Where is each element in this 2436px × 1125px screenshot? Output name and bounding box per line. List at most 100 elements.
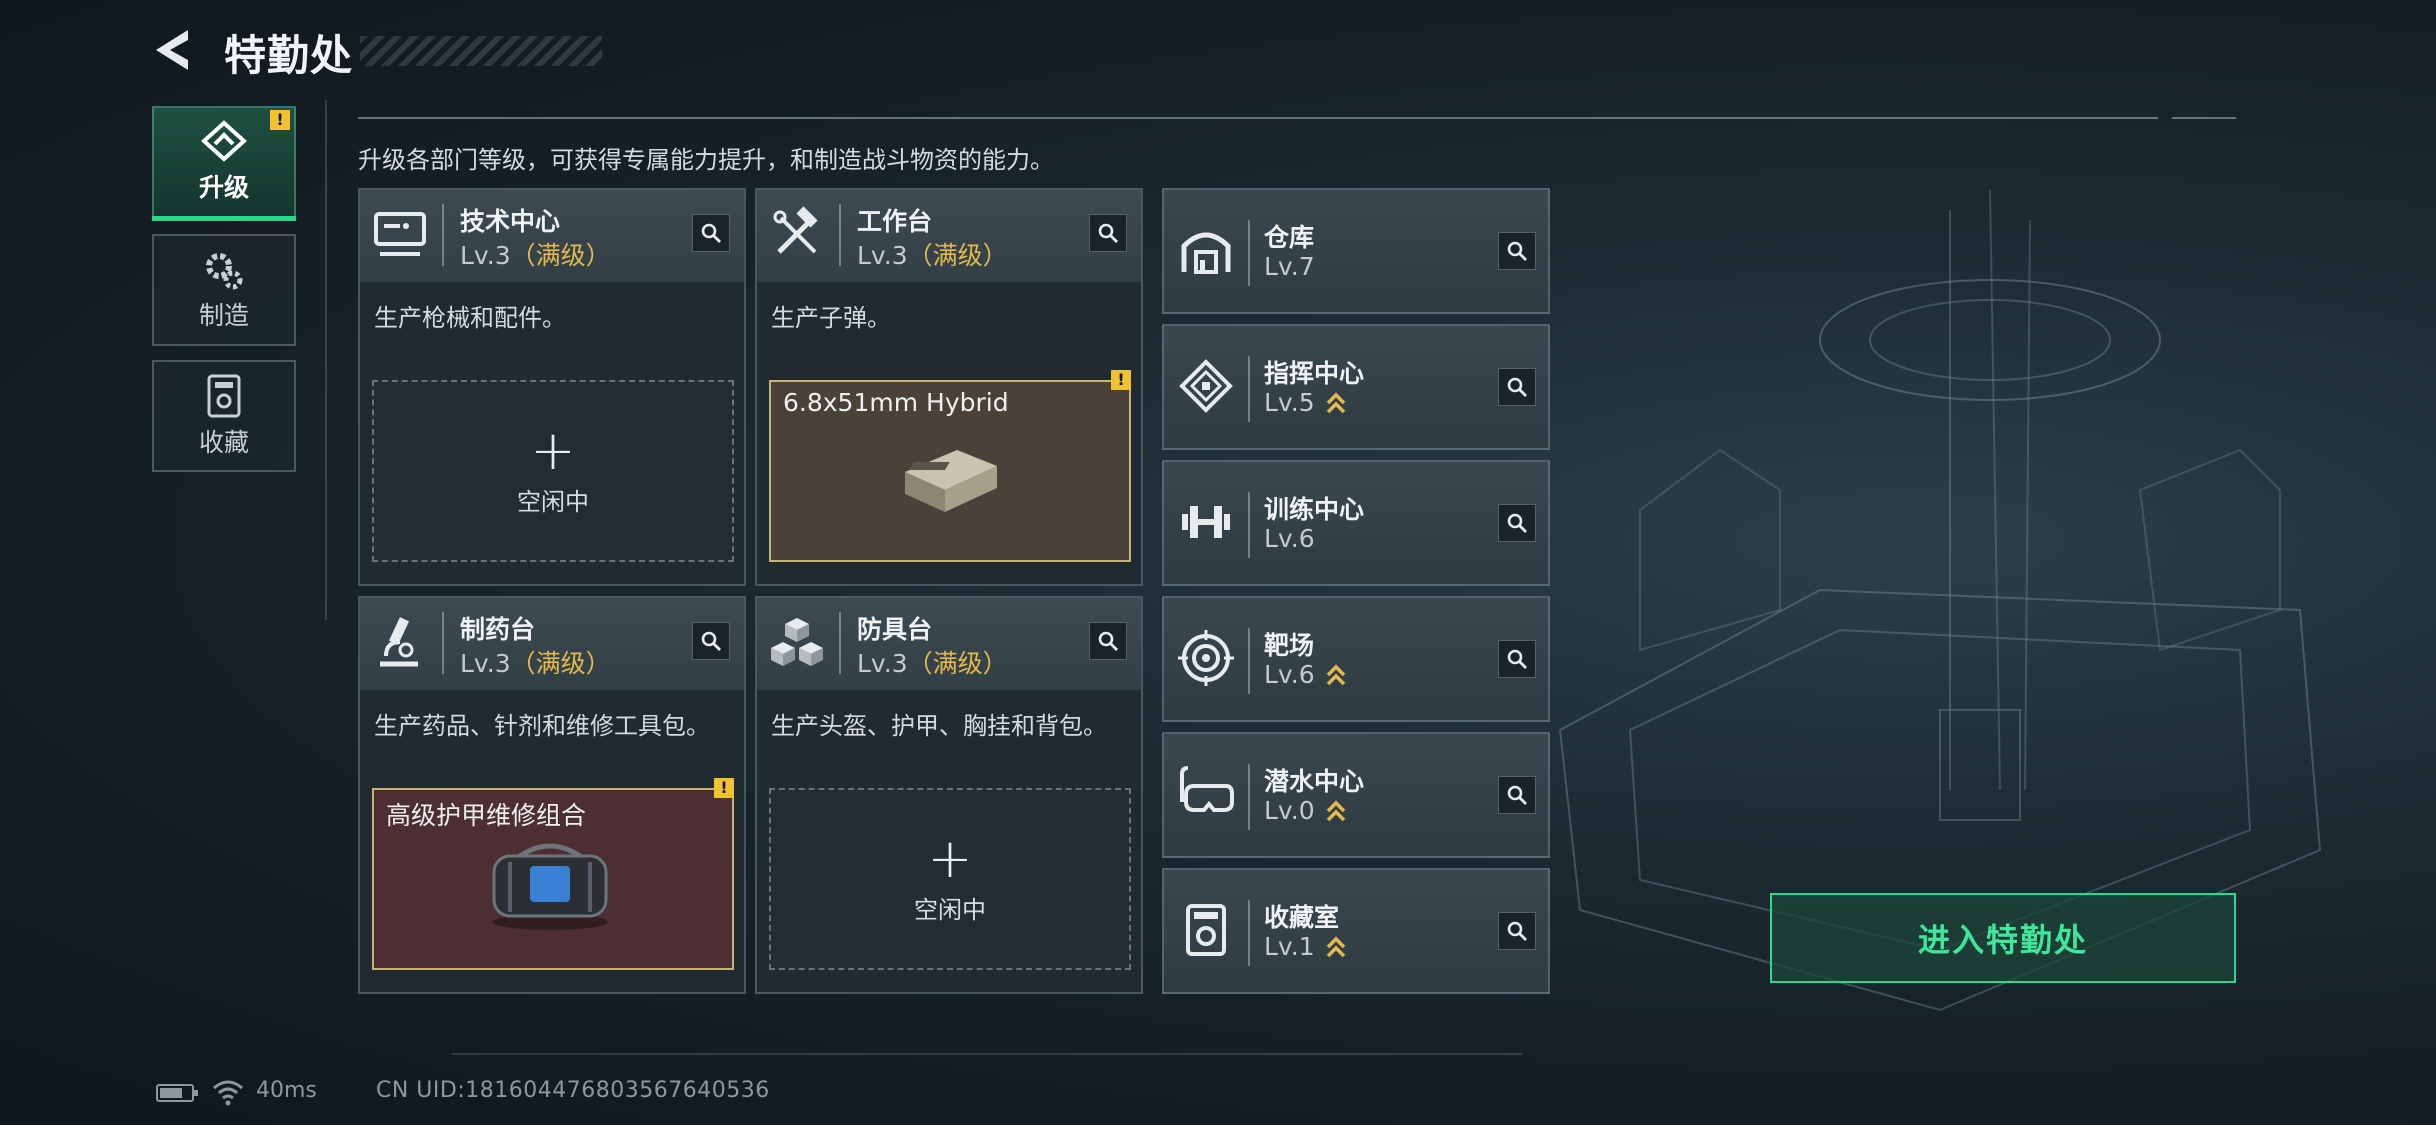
search-icon <box>1507 513 1527 533</box>
facility-description: 生产头盔、护甲、胸挂和背包。 <box>771 712 1107 740</box>
inspect-button[interactable] <box>1498 232 1536 270</box>
card-header: 工作台 Lv.3（满级） <box>757 190 1141 282</box>
facility-level: Lv.3（满级） <box>857 644 1008 680</box>
battery-icon <box>156 1084 198 1102</box>
network-ping: 40ms <box>256 1078 317 1103</box>
producing-item-name: 高级护甲维修组合 <box>386 801 587 830</box>
search-icon <box>1507 649 1527 669</box>
search-icon <box>1507 377 1527 397</box>
production-slot-idle[interactable]: + 空闲中 <box>769 788 1131 970</box>
enter-special-ops-button[interactable]: 进入特勤处 <box>1770 893 2236 983</box>
production-slot-idle[interactable]: + 空闲中 <box>372 380 734 562</box>
facility-level: Lv.3（满级） <box>857 236 1008 272</box>
facility-row-diving-center[interactable]: 潜水中心 Lv.0 <box>1162 732 1550 858</box>
armor-cubes-icon <box>771 618 823 666</box>
nav-tab-collection[interactable]: 收藏 <box>152 360 296 472</box>
gears-icon <box>206 253 243 290</box>
target-icon <box>1178 630 1234 686</box>
production-slot-active[interactable]: 6.8x51mm Hybrid ! <box>769 370 1131 562</box>
level-value: Lv.6 <box>1264 660 1315 689</box>
inspect-button[interactable] <box>1498 504 1536 542</box>
inspect-button[interactable] <box>692 214 730 252</box>
repair-kit-bag-icon <box>492 843 608 930</box>
facility-row-shooting-range[interactable]: 靶场 Lv.6 <box>1162 596 1550 722</box>
upgrade-available-icon <box>1326 392 1345 413</box>
search-icon <box>1507 921 1527 941</box>
diving-mask-icon <box>1180 766 1234 812</box>
max-level-tag: （满级） <box>510 241 611 270</box>
inspect-button[interactable] <box>1089 622 1127 660</box>
facility-description: 生产药品、针剂和维修工具包。 <box>374 712 710 740</box>
search-icon <box>701 223 721 243</box>
facility-name: 技术中心 <box>460 207 561 236</box>
facility-row-training-center[interactable]: 训练中心 Lv.6 <box>1162 460 1550 586</box>
nav-tab-upgrade[interactable]: 升级 ! <box>152 106 296 218</box>
row-separator <box>1248 628 1250 694</box>
facility-level: Lv.1 <box>1264 932 1347 961</box>
producing-item-name: 6.8x51mm Hybrid <box>783 388 1009 417</box>
level-value: Lv.1 <box>1264 932 1315 961</box>
divider-line <box>358 117 2158 119</box>
row-separator <box>1248 900 1250 966</box>
nav-tab-label: 制造 <box>198 301 249 330</box>
back-arrow-icon[interactable] <box>152 26 198 74</box>
facility-card-pharmacy[interactable]: 制药台 Lv.3（满级） 生产药品、针剂和维修工具包。 高级护甲维修组合 ! <box>358 596 746 994</box>
add-icon: + <box>530 418 576 482</box>
header-separator <box>442 612 444 674</box>
upgrade-available-icon <box>1326 664 1345 685</box>
facility-level: Lv.7 <box>1264 252 1315 281</box>
row-separator <box>1248 356 1250 422</box>
add-icon: + <box>927 826 973 890</box>
facility-level: Lv.5 <box>1264 388 1347 417</box>
card-header: 防具台 Lv.3（满级） <box>757 598 1141 690</box>
header-separator <box>839 204 841 266</box>
facility-card-workbench[interactable]: 工作台 Lv.3（满级） 生产子弹。 6.8x51mm Hybrid ! <box>755 188 1143 586</box>
collection-room-icon <box>1186 904 1226 956</box>
inspect-button[interactable] <box>1498 368 1536 406</box>
facility-card-armor-bench[interactable]: 防具台 Lv.3（满级） 生产头盔、护甲、胸挂和背包。 + 空闲中 <box>755 596 1143 994</box>
inspect-button[interactable] <box>1498 776 1536 814</box>
search-icon <box>701 631 721 651</box>
production-slot-active[interactable]: 高级护甲维修组合 ! <box>372 778 734 970</box>
nav-tab-craft[interactable]: 制造 <box>152 234 296 346</box>
divider-line <box>325 100 327 620</box>
tools-icon <box>773 206 818 254</box>
title-decoration <box>360 36 602 66</box>
slot-status: 空闲中 <box>914 895 986 924</box>
facility-level: Lv.0 <box>1264 796 1347 825</box>
nav-tab-label: 收藏 <box>198 428 249 457</box>
divider-line <box>452 1053 1522 1055</box>
facility-level: Lv.3（满级） <box>460 644 611 680</box>
facility-name: 防具台 <box>857 615 933 644</box>
warning-badge: ! <box>270 110 290 130</box>
page-title: 特勤处 <box>224 31 354 80</box>
facility-row-warehouse[interactable]: 仓库 Lv.7 <box>1162 188 1550 314</box>
wifi-icon <box>213 1080 243 1106</box>
inspect-button[interactable] <box>1498 912 1536 950</box>
facility-name: 收藏室 <box>1264 903 1340 932</box>
facility-name: 工作台 <box>857 207 933 236</box>
microscope-icon <box>380 617 418 667</box>
facility-level: Lv.3（满级） <box>460 236 611 272</box>
ammo-box-icon <box>905 450 997 512</box>
upgrade-available-icon <box>1326 936 1345 957</box>
max-level-tag: （满级） <box>907 241 1008 270</box>
facility-level: Lv.6 <box>1264 524 1315 553</box>
upgrade-available-icon <box>1326 800 1345 821</box>
facility-name: 制药台 <box>460 615 536 644</box>
level-value: Lv.3 <box>857 649 908 678</box>
max-level-tag: （满级） <box>907 649 1008 678</box>
facility-card-tech-center[interactable]: 技术中心 Lv.3（满级） 生产枪械和配件。 + 空闲中 <box>358 188 746 586</box>
page-subtitle: 升级各部门等级，可获得专属能力提升，和制造战斗物资的能力。 <box>358 146 1054 174</box>
level-value: Lv.3 <box>857 241 908 270</box>
collection-icon <box>207 374 241 418</box>
inspect-button[interactable] <box>1498 640 1536 678</box>
facility-row-command-center[interactable]: 指挥中心 Lv.5 <box>1162 324 1550 450</box>
inspect-button[interactable] <box>692 622 730 660</box>
card-header: 技术中心 Lv.3（满级） <box>360 190 744 282</box>
inspect-button[interactable] <box>1089 214 1127 252</box>
facility-row-collection-room[interactable]: 收藏室 Lv.1 <box>1162 868 1550 994</box>
warehouse-icon <box>1181 232 1231 274</box>
facility-name: 仓库 <box>1264 223 1315 252</box>
max-level-tag: （满级） <box>510 649 611 678</box>
